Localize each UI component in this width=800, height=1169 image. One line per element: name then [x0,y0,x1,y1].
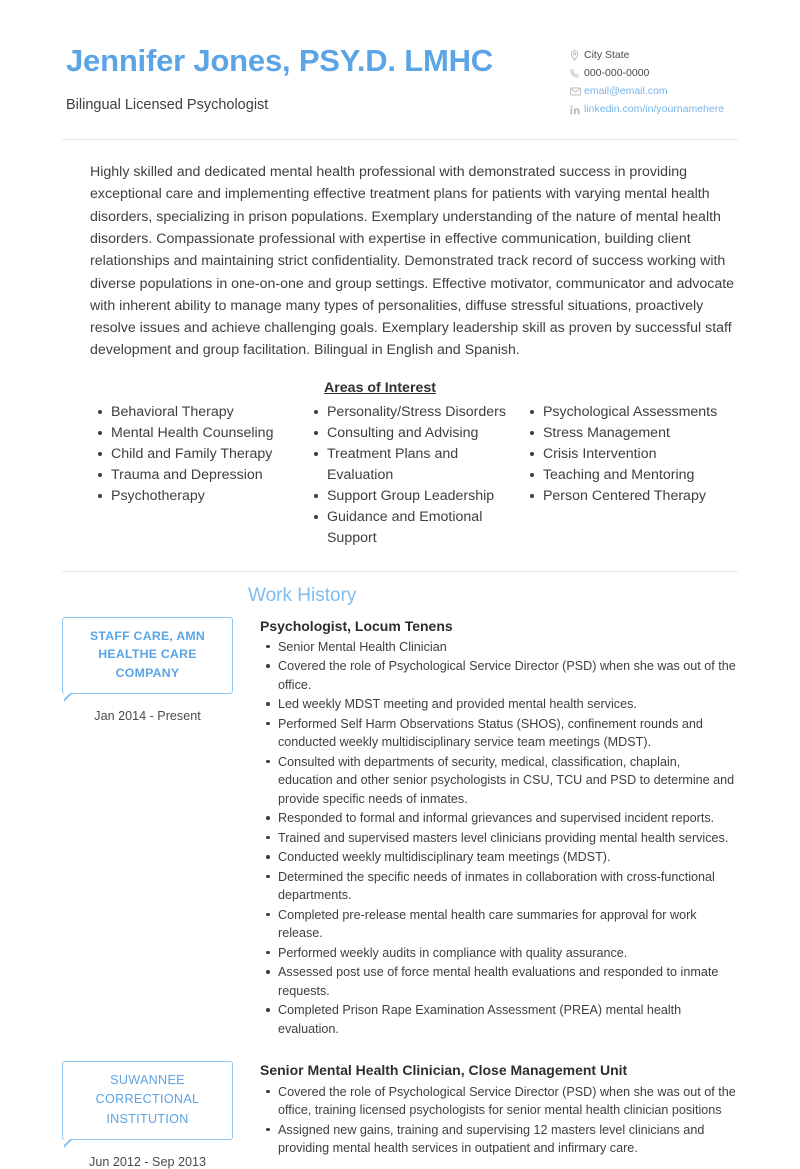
work-history-heading: Work History [248,584,357,606]
page-title: Jennifer Jones, PSY.D. LMHC [66,43,493,78]
callout-tail-inner [64,692,71,700]
contact-row-email[interactable]: email@email.com [570,86,738,97]
list-item: Performed Self Harm Observations Status … [266,715,738,752]
areas-of-interest-title: Areas of Interest [324,379,436,396]
list-item: Personality/Stress Disorders [313,402,522,423]
interest-column-1: Behavioral Therapy Mental Health Counsel… [90,402,306,549]
interest-column-3: Psychological Assessments Stress Managem… [522,402,738,549]
work-history-entry: STAFF CARE, AMN HEALTHE CARE COMPANY Jan… [0,616,800,1040]
list-item: Determined the specific needs of inmates… [266,868,738,905]
envelope-icon [570,87,584,96]
list-item: Consulting and Advising [313,423,522,444]
list-item: Psychotherapy [98,486,306,507]
list-item: Teaching and Mentoring [529,465,738,486]
list-item: Psychological Assessments [529,402,738,423]
list-item: Treatment Plans and Evaluation [313,444,522,486]
contact-email-text[interactable]: email@email.com [584,86,668,97]
list-item: Assigned new gains, training and supervi… [266,1121,738,1158]
resume-page: Jennifer Jones, PSY.D. LMHC Bilingual Li… [0,0,800,1169]
list-item: Completed pre-release mental health care… [266,906,738,943]
company-name-box: SUWANNEE CORRECTIONAL INSTITUTION [62,1061,233,1148]
professional-summary: Highly skilled and dedicated mental heal… [90,164,735,359]
list-item: Trauma and Depression [98,465,306,486]
list-item: Assessed post use of force mental health… [266,963,738,1000]
list-item: Child and Family Therapy [98,444,306,465]
job-title-subtitle: Bilingual Licensed Psychologist [66,97,269,114]
list-item: Stress Management [529,423,738,444]
location-pin-icon [570,50,584,61]
areas-of-interest-columns: Behavioral Therapy Mental Health Counsel… [0,396,800,549]
contact-location-text: City State [584,49,630,61]
list-item: Covered the role of Psychological Servic… [266,657,738,694]
job-role-title: Senior Mental Health Clinician, Close Ma… [260,1062,628,1079]
list-item: Performed weekly audits in compliance wi… [266,944,738,963]
job-dates: Jan 2014 - Present [94,708,201,723]
company-name-text: SUWANNEE CORRECTIONAL INSTITUTION [95,1073,200,1126]
list-item: Guidance and Emotional Support [313,507,522,549]
job-meta: SUWANNEE CORRECTIONAL INSTITUTION Jun 20… [62,1061,248,1169]
list-item: Senior Mental Health Clinician [266,638,738,657]
list-item: Covered the role of Psychological Servic… [266,1083,738,1120]
phone-icon [570,68,584,79]
header-identity: Jennifer Jones, PSY.D. LMHC Bilingual Li… [66,40,493,114]
contact-row-location: City State [570,49,738,61]
job-details: Psychologist, Locum Tenens Senior Mental… [248,617,738,1040]
contact-phone-text: 000-000-0000 [584,67,650,80]
job-meta: STAFF CARE, AMN HEALTHE CARE COMPANY Jan… [62,616,248,1040]
list-item: Person Centered Therapy [529,486,738,507]
list-item: Mental Health Counseling [98,423,306,444]
list-item: Behavioral Therapy [98,402,306,423]
work-history-entry: SUWANNEE CORRECTIONAL INSTITUTION Jun 20… [0,1061,800,1169]
linkedin-icon [570,104,584,115]
contact-info-block: City State 000-000-0000 email@email.com … [570,40,738,122]
company-name-box: STAFF CARE, AMN HEALTHE CARE COMPANY [62,616,233,702]
resume-header: Jennifer Jones, PSY.D. LMHC Bilingual Li… [0,0,800,122]
list-item: Support Group Leadership [313,486,522,507]
job-dates: Jun 2012 - Sep 2013 [89,1154,206,1169]
contact-row-phone: 000-000-0000 [570,67,738,80]
contact-linkedin-text[interactable]: linkedin.com/in/yournamehere [584,104,724,115]
callout-tail-inner [64,1138,71,1146]
company-name-text: STAFF CARE, AMN HEALTHE CARE COMPANY [89,628,206,681]
list-item: Conducted weekly multidisciplinary team … [266,848,738,867]
contact-row-linkedin[interactable]: linkedin.com/in/yournamehere [570,104,738,115]
list-item: Trained and supervised masters level cli… [266,829,738,848]
list-item: Responded to formal and informal grievan… [266,809,738,828]
list-item: Crisis Intervention [529,444,738,465]
job-details: Senior Mental Health Clinician, Close Ma… [248,1061,738,1168]
list-item: Consulted with departments of security, … [266,753,738,809]
interest-column-2: Personality/Stress Disorders Consulting … [306,402,522,549]
job-role-title: Psychologist, Locum Tenens [260,617,453,634]
list-item: Completed Prison Rape Examination Assess… [266,1001,738,1038]
list-item: Led weekly MDST meeting and provided men… [266,695,738,714]
